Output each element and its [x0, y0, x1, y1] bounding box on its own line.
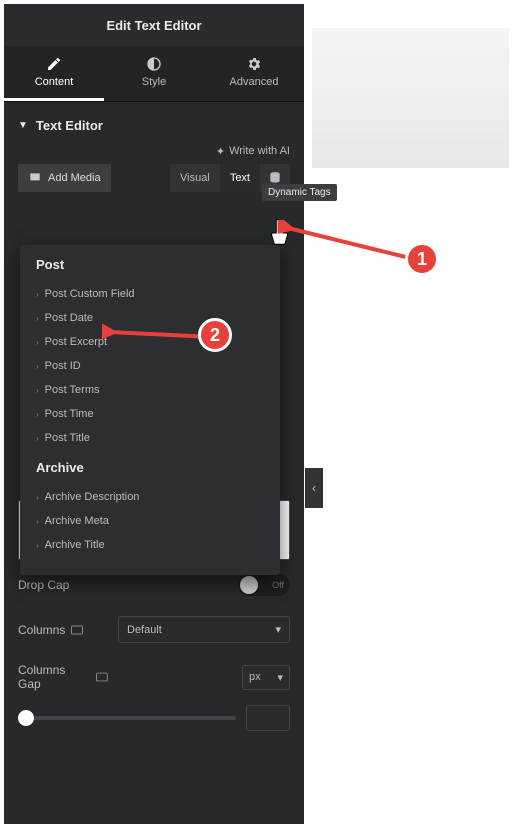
columns-label: Columns: [18, 623, 108, 637]
dd-item-label: Post Time: [45, 408, 94, 420]
tab-content-label: Content: [35, 76, 74, 88]
visual-tab[interactable]: Visual: [170, 164, 220, 192]
sparkle-icon: ✦: [216, 145, 225, 158]
responsive-icon[interactable]: [71, 625, 83, 635]
columns-gap-label-text: Columns Gap: [18, 663, 90, 691]
chevron-right-icon: ›: [36, 434, 39, 443]
dd-item-post-date[interactable]: › Post Date: [36, 306, 264, 330]
chevron-right-icon: ›: [36, 386, 39, 395]
preview-canvas[interactable]: [312, 28, 509, 818]
columns-select[interactable]: Default ▾: [118, 616, 290, 643]
tab-content[interactable]: Content: [4, 46, 104, 101]
dd-item-post-title[interactable]: › Post Title: [36, 426, 264, 450]
dd-title-post: Post: [36, 257, 264, 272]
dd-item-label: Archive Description: [45, 491, 140, 503]
columns-row: Columns Default ▾: [4, 602, 304, 649]
columns-gap-row: Columns Gap px ▾: [4, 649, 304, 697]
chevron-right-icon: ›: [36, 517, 39, 526]
editor-toolbar: Add Media Visual Text: [4, 164, 304, 200]
drop-cap-label: Drop Cap: [18, 578, 108, 592]
panel-tabs: Content Style Advanced: [4, 46, 304, 102]
drop-cap-toggle[interactable]: Off: [238, 574, 290, 596]
dd-item-label: Post ID: [45, 360, 81, 372]
gap-slider-row: [4, 697, 304, 739]
dd-item-label: Post Date: [45, 312, 93, 324]
dd-group-post: Post › Post Custom Field › Post Date › Post…: [20, 257, 280, 460]
dd-item-archive-meta[interactable]: › Archive Meta: [36, 509, 264, 533]
columns-gap-label: Columns Gap: [18, 663, 108, 691]
chevron-right-icon: ›: [36, 290, 39, 299]
tab-advanced-label: Advanced: [230, 76, 279, 88]
section-text-editor[interactable]: ▼ Text Editor: [4, 102, 304, 145]
dd-item-archive-title[interactable]: › Archive Title: [36, 533, 264, 557]
chevron-down-icon: ▾: [275, 623, 281, 636]
chevron-right-icon: ›: [36, 541, 39, 550]
tab-advanced[interactable]: Advanced: [204, 46, 304, 101]
dd-item-label: Post Custom Field: [45, 288, 135, 300]
chevron-right-icon: ›: [36, 338, 39, 347]
add-media-label: Add Media: [48, 172, 101, 184]
chevron-down-icon: ▾: [277, 671, 283, 684]
dd-item-label: Post Excerpt: [45, 336, 107, 348]
dd-item-label: Post Title: [45, 432, 90, 444]
dd-item-label: Archive Title: [45, 539, 105, 551]
gear-icon: [246, 56, 262, 72]
gap-unit: px: [249, 671, 261, 683]
database-icon: [268, 171, 282, 185]
chevron-right-icon: ›: [36, 362, 39, 371]
preview-placeholder-image: [312, 28, 509, 168]
dd-item-post-custom-field[interactable]: › Post Custom Field: [36, 282, 264, 306]
dd-item-label: Post Terms: [45, 384, 100, 396]
dd-item-label: Archive Meta: [45, 515, 109, 527]
dynamic-tags-tooltip: Dynamic Tags: [262, 184, 337, 201]
toggle-state: Off: [272, 580, 284, 590]
caret-down-icon: ▼: [18, 120, 28, 131]
ai-label: Write with AI: [229, 145, 290, 158]
text-tab[interactable]: Text: [220, 164, 260, 192]
chevron-right-icon: ›: [36, 493, 39, 502]
columns-value: Default: [127, 624, 162, 636]
dd-item-post-excerpt[interactable]: › Post Excerpt: [36, 330, 264, 354]
panel-header: Edit Text Editor: [4, 4, 304, 46]
dd-item-post-terms[interactable]: › Post Terms: [36, 378, 264, 402]
columns-label-text: Columns: [18, 623, 65, 637]
tab-style[interactable]: Style: [104, 46, 204, 101]
dynamic-tags-dropdown: Post › Post Custom Field › Post Date › Post…: [20, 245, 280, 575]
add-media-button[interactable]: Add Media: [18, 164, 111, 192]
pencil-icon: [46, 56, 62, 72]
gap-slider[interactable]: [18, 716, 236, 720]
collapse-panel-button[interactable]: ‹: [305, 468, 323, 508]
gap-unit-select[interactable]: px ▾: [242, 665, 290, 690]
dd-item-archive-description[interactable]: › Archive Description: [36, 485, 264, 509]
media-icon: [28, 171, 42, 185]
slider-thumb[interactable]: [18, 710, 34, 726]
chevron-right-icon: ›: [36, 410, 39, 419]
responsive-icon[interactable]: [96, 672, 108, 682]
gap-value-input[interactable]: [246, 705, 290, 731]
tab-style-label: Style: [142, 76, 166, 88]
contrast-icon: [146, 56, 162, 72]
dd-item-post-id[interactable]: › Post ID: [36, 354, 264, 378]
dd-item-post-time[interactable]: › Post Time: [36, 402, 264, 426]
dd-group-archive: Archive › Archive Description › Archive Me…: [20, 460, 280, 567]
section-title: Text Editor: [36, 118, 103, 133]
chevron-right-icon: ›: [36, 314, 39, 323]
ai-row[interactable]: ✦ Write with AI: [4, 145, 304, 164]
dd-title-archive: Archive: [36, 460, 264, 475]
toggle-knob: [240, 576, 258, 594]
